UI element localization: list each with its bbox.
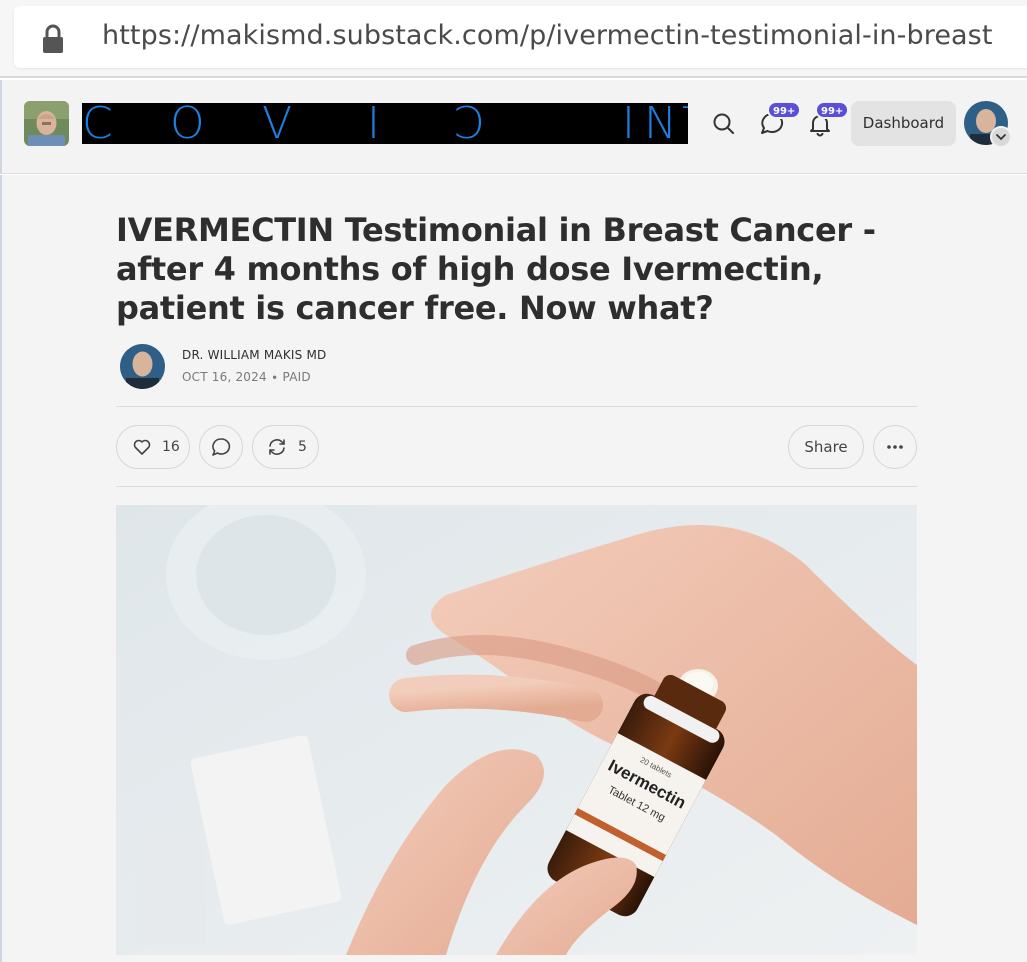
logo-letter: C — [454, 103, 485, 144]
restack-count: 5 — [298, 439, 307, 455]
logo-letter: I — [622, 103, 635, 144]
post-date-meta: OCT 16, 2024 ∙ PAID — [182, 370, 311, 384]
logo-letter: C — [82, 103, 113, 144]
account-menu-toggle[interactable] — [990, 126, 1012, 148]
like-button[interactable]: 16 — [116, 425, 190, 469]
publication-logo[interactable]: C O V I C I N T — [82, 103, 688, 144]
ivermectin-bottle-photo: Ivermectin Tablet 12 mg 20 tablets — [116, 505, 917, 955]
logo-letter: I — [367, 103, 380, 144]
like-count: 16 — [162, 439, 180, 455]
logo-letter: O — [170, 103, 205, 144]
comment-button[interactable] — [199, 425, 243, 469]
dashboard-button[interactable]: Dashboard — [851, 101, 956, 146]
logo-letter: T — [682, 103, 688, 144]
publication-avatar[interactable] — [24, 101, 69, 146]
comment-icon — [212, 438, 231, 456]
url-field[interactable]: https://makismd.substack.com/p/ivermecti… — [14, 6, 1027, 68]
chat-badge: 99+ — [767, 101, 802, 119]
lock-icon — [43, 24, 63, 53]
post-hero-image[interactable]: Ivermectin Tablet 12 mg 20 tablets — [116, 505, 917, 955]
heart-icon — [133, 439, 151, 455]
chevron-down-icon — [996, 134, 1006, 141]
ellipsis-icon — [887, 445, 903, 449]
author-name[interactable]: DR. WILLIAM MAKIS MD — [182, 348, 326, 362]
post-title: IVERMECTIN Testimonial in Breast Cancer … — [116, 211, 876, 327]
divider — [116, 486, 917, 487]
author-avatar[interactable] — [120, 344, 165, 389]
logo-letter: V — [262, 103, 293, 144]
logo-letter: N — [644, 103, 677, 144]
divider — [116, 406, 917, 407]
browser-address-bar: https://makismd.substack.com/p/ivermecti… — [0, 0, 1027, 78]
site-header: C O V I C I N T 99+ 99+ Dashboard — [0, 80, 1027, 174]
notifications-badge: 99+ — [815, 101, 850, 119]
restack-icon — [269, 439, 285, 455]
url-text: https://makismd.substack.com/p/ivermecti… — [102, 20, 993, 51]
search-icon[interactable] — [710, 110, 738, 138]
restack-button[interactable]: 5 — [252, 425, 319, 469]
share-button[interactable]: Share — [788, 425, 864, 469]
post-main: IVERMECTIN Testimonial in Breast Cancer … — [0, 175, 1027, 962]
more-options-button[interactable] — [873, 425, 917, 469]
